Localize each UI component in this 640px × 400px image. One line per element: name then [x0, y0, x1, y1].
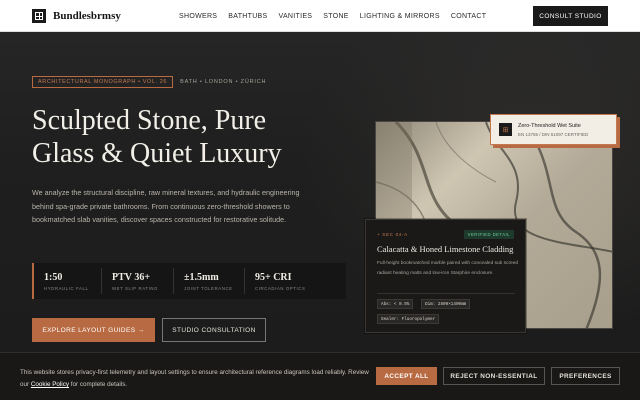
- nav-link-lighting-mirrors[interactable]: LIGHTING & MIRRORS: [360, 13, 440, 20]
- cookie-policy-link[interactable]: Cookie Policy: [31, 381, 69, 388]
- cookie-message-end: for complete details.: [70, 381, 128, 388]
- reject-non-essential-button[interactable]: REJECT NON-ESSENTIAL: [443, 367, 545, 385]
- stat-label: CIRCADIAN OPTICS: [255, 285, 306, 291]
- hero-title: Sculpted Stone, Pure Glass & Quiet Luxur…: [32, 105, 282, 169]
- spec-chip-absorption: Abs: < 0.5%: [377, 299, 414, 309]
- detail-divider: [377, 293, 515, 294]
- detail-title: Calacatta & Honed Limestone Cladding: [377, 244, 514, 254]
- studio-consultation-button[interactable]: STUDIO CONSULTATION: [162, 318, 266, 342]
- hero-description: We analyze the structural discipline, ra…: [32, 188, 300, 224]
- nav-link-bathtubs[interactable]: BATHTUBS: [228, 13, 267, 20]
- stat-joint-tolerance: ±1.5mm JOINT TOLERANCE: [174, 268, 245, 294]
- stat-label: JOINT TOLERANCE: [184, 285, 233, 291]
- stat-hydraulic-fall: 1:50 HYDRAULIC FALL: [34, 268, 102, 294]
- stat-label: HYDRAULIC FALL: [44, 285, 89, 291]
- top-navigation: Bundlesbrmsy SHOWERS BATHTUBS VANITIES S…: [0, 0, 640, 32]
- wet-suite-text: Zero-Threshold Wet Suite EN 13755 / DIN …: [518, 123, 588, 137]
- wet-suite-card[interactable]: ⊞ Zero-Threshold Wet Suite EN 13755 / DI…: [490, 114, 617, 145]
- brand-logo[interactable]: Bundlesbrmsy: [32, 8, 121, 23]
- wet-suite-title: Zero-Threshold Wet Suite: [518, 122, 581, 129]
- stat-value: ±1.5mm: [184, 271, 219, 283]
- spec-chip-sealer: Sealer: Fluoropolymer: [377, 314, 440, 324]
- nav-link-contact[interactable]: CONTACT: [451, 13, 486, 20]
- grid-icon: ⊞: [499, 123, 512, 136]
- spec-chip-dimensions: Dim: 2800×1400mm: [421, 299, 471, 309]
- nav-links: SHOWERS BATHTUBS VANITIES STONE LIGHTING…: [179, 0, 497, 32]
- nav-link-vanities[interactable]: VANITIES: [279, 13, 313, 20]
- stat-value: 1:50: [44, 271, 63, 283]
- cities-label: BATH • LONDON • ZÜRICH: [180, 79, 267, 85]
- stat-label: WET SLIP RATING: [112, 285, 159, 291]
- brand-name: Bundlesbrmsy: [53, 9, 121, 22]
- section-label: + SEC 04-A: [377, 232, 408, 237]
- stat-wet-slip-rating: PTV 36+ WET SLIP RATING: [102, 268, 174, 294]
- hero-tag-row: ARCHITECTURAL MONOGRAPH • VOL. 26 BATH •…: [32, 76, 266, 88]
- preferences-button[interactable]: PREFERENCES: [551, 367, 620, 385]
- detail-card: + SEC 04-A VERIFIED DETAIL Calacatta & H…: [365, 219, 526, 333]
- stat-value: PTV 36+: [112, 271, 151, 283]
- stats-bar: 1:50 HYDRAULIC FALL PTV 36+ WET SLIP RAT…: [32, 263, 346, 299]
- stat-value: 95+ CRI: [255, 271, 292, 283]
- logo-grid-icon: [32, 8, 46, 23]
- stat-circadian-optics: 95+ CRI CIRCADIAN OPTICS: [245, 268, 345, 294]
- monograph-tag: ARCHITECTURAL MONOGRAPH • VOL. 26: [32, 76, 174, 88]
- consult-studio-button[interactable]: CONSULT STUDIO: [533, 6, 608, 26]
- nav-link-stone[interactable]: STONE: [323, 13, 349, 20]
- explore-layout-guides-button[interactable]: EXPLORE LAYOUT GUIDES →: [32, 318, 155, 342]
- nav-link-showers[interactable]: SHOWERS: [179, 13, 217, 20]
- verified-badge: VERIFIED DETAIL: [463, 230, 514, 239]
- detail-text: Full-height bookmatched marble paired wi…: [377, 261, 519, 277]
- cookie-text: This website stores privacy-first teleme…: [20, 367, 370, 391]
- accept-all-button[interactable]: ACCEPT ALL: [376, 367, 437, 385]
- wet-suite-subtitle: EN 13755 / DIN 51097 CERTIFIED: [518, 131, 589, 137]
